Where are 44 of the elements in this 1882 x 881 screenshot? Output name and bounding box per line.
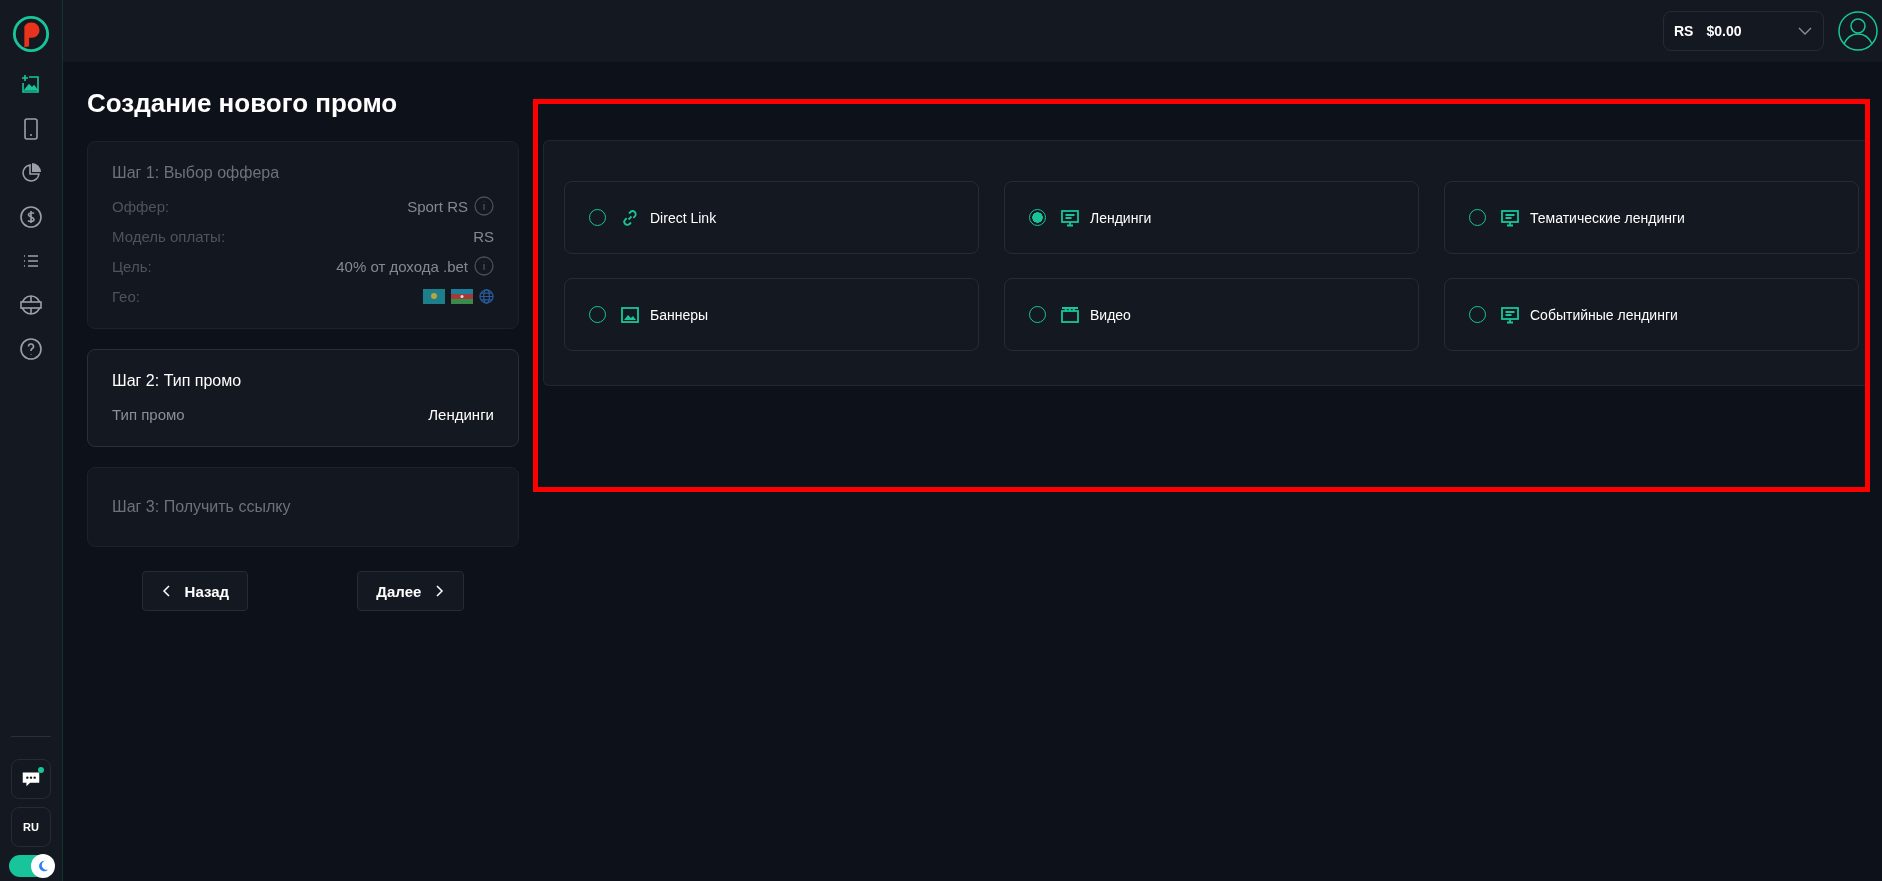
link-icon [620, 207, 640, 228]
pie-chart-icon[interactable] [19, 161, 43, 185]
field-value: Лендинги [428, 405, 494, 423]
monitor-icon [1500, 304, 1520, 325]
radio-button[interactable] [1029, 209, 1046, 226]
field-value: Sport RS [407, 197, 468, 215]
field-label: Гео: [112, 287, 140, 305]
next-button[interactable]: Далее [357, 571, 465, 611]
chevron-left-icon [160, 585, 173, 597]
flag-icon [451, 288, 473, 304]
promo-type-option[interactable]: Событийные лендинги [1444, 278, 1859, 351]
promo-type-option[interactable]: Тематические лендинги [1444, 181, 1859, 254]
dollar-icon[interactable] [19, 205, 43, 229]
help-icon[interactable] [19, 337, 43, 361]
field-label: Цель: [112, 257, 152, 275]
field-label: Оффер: [112, 197, 170, 215]
promo-type-option[interactable]: Direct Link [564, 181, 979, 254]
avatar-icon[interactable] [1838, 11, 1878, 51]
step-title: Шаг 2: Тип промо [112, 372, 243, 390]
step-title: Шаг 3: Получить ссылку [112, 498, 292, 516]
logo-icon[interactable] [12, 15, 50, 53]
back-button[interactable]: Назад [141, 571, 249, 611]
balance-dropdown[interactable]: RS $0.00 [1663, 11, 1824, 51]
theme-toggle[interactable] [9, 855, 53, 877]
field-label: Тип промо [112, 405, 185, 423]
promo-type-option[interactable]: Баннеры [564, 278, 979, 351]
globe-icon [479, 288, 494, 304]
chevron-right-icon [433, 585, 446, 597]
promo-type-option[interactable]: Лендинги [1004, 181, 1419, 254]
image-icon [620, 304, 640, 325]
chat-button[interactable] [11, 759, 51, 799]
field-label: Модель оплаты: [112, 227, 226, 245]
monitor-icon [1060, 207, 1080, 228]
page-title: Создание нового промо [87, 88, 399, 119]
flag-icon [423, 288, 445, 304]
promo-type-option[interactable]: Видео [1004, 278, 1419, 351]
moon-icon [36, 859, 50, 873]
field-value: 40% от дохода .bet [336, 257, 468, 275]
language-button[interactable]: RU [11, 807, 51, 847]
clapperboard-icon [1060, 304, 1080, 325]
field-value: RS [473, 227, 494, 245]
monitor-icon [1500, 207, 1520, 228]
step-title: Шаг 1: Выбор оффера [112, 164, 281, 182]
news-globe-icon[interactable] [19, 293, 43, 317]
